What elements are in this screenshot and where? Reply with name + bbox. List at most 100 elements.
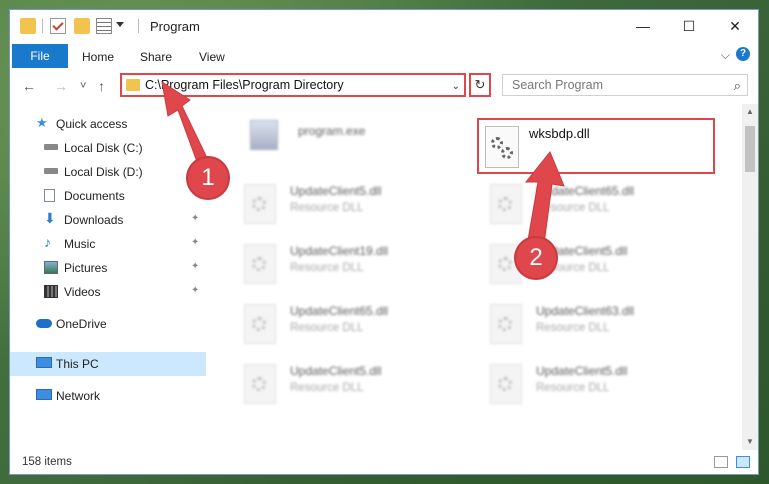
- sidebar-item-label: OneDrive: [56, 317, 107, 331]
- sidebar-item-label: This PC: [56, 357, 99, 371]
- address-path[interactable]: C:\Program Files\Program Directory: [145, 78, 344, 92]
- window-title: Program: [150, 19, 200, 34]
- file-item[interactable]: UpdateClient65.dll Resource DLL: [226, 298, 466, 354]
- expand-ribbon-icon[interactable]: ⌵: [721, 48, 730, 63]
- file-item[interactable]: UpdateClient5.dll Resource DLL: [226, 178, 466, 234]
- drive-icon: [44, 144, 58, 150]
- large-icons-view-icon[interactable]: [736, 456, 750, 468]
- search-input[interactable]: Search Program ⌕: [502, 74, 748, 96]
- computer-icon: [36, 357, 52, 368]
- star-icon: ★: [36, 115, 48, 130]
- status-bar: 158 items: [10, 450, 758, 474]
- step-badge-2: 2: [516, 238, 556, 278]
- item-count: 158 items: [22, 456, 72, 468]
- vertical-scrollbar[interactable]: ▲ ▼: [742, 104, 758, 450]
- details-view-icon[interactable]: [714, 456, 728, 468]
- file-name: UpdateClient63.dll: [536, 304, 635, 318]
- sidebar-item-label: Videos: [64, 285, 101, 299]
- dll-file-icon: [244, 244, 276, 284]
- file-name: UpdateClient5.dll: [290, 364, 382, 378]
- cloud-icon: [36, 319, 52, 328]
- file-type: Resource DLL: [536, 322, 610, 334]
- folder-icon: [126, 79, 140, 91]
- file-item[interactable]: UpdateClient65.dll Resource DLL: [472, 178, 712, 234]
- tab-share[interactable]: Share: [140, 50, 172, 64]
- up-button[interactable]: ↑: [98, 78, 105, 94]
- exe-file-icon: [250, 120, 278, 150]
- navigation-pane: ★ Quick access Local Disk (C:) ✦ Local D…: [10, 108, 206, 448]
- file-item[interactable]: UpdateClient5.dll Resource DLL: [472, 358, 712, 414]
- drive-icon: [44, 168, 58, 174]
- network-icon: [36, 389, 52, 400]
- pin-icon: ✦: [191, 141, 200, 152]
- close-button[interactable]: ✕: [712, 10, 758, 42]
- back-button[interactable]: ←: [22, 78, 36, 94]
- sidebar-item-documents[interactable]: Documents ✦: [10, 184, 206, 208]
- file-item[interactable]: UpdateClient5.dll Resource DLL: [472, 238, 712, 294]
- sidebar-item-network[interactable]: Network: [10, 384, 206, 408]
- file-item-program-exe[interactable]: program.exe: [226, 116, 466, 172]
- file-item[interactable]: UpdateClient19.dll Resource DLL: [226, 238, 466, 294]
- sidebar-item-label: Quick access: [56, 117, 128, 131]
- maximize-button[interactable]: ☐: [666, 10, 712, 42]
- sidebar-item-music[interactable]: ♪ Music ✦: [10, 232, 206, 256]
- tab-home[interactable]: Home: [82, 50, 114, 64]
- scroll-up-icon[interactable]: ▲: [742, 104, 758, 120]
- sidebar-item-pictures[interactable]: Pictures ✦: [10, 256, 206, 280]
- refresh-button[interactable]: ↻: [469, 73, 491, 97]
- new-folder-icon[interactable]: [74, 18, 90, 34]
- address-bar[interactable]: C:\Program Files\Program Directory ⌄: [120, 73, 466, 97]
- sidebar-item-label: Music: [64, 237, 96, 251]
- sidebar-item-local-disk-d[interactable]: Local Disk (D:) ✦: [10, 160, 206, 184]
- sidebar-item-label: Local Disk (C:): [64, 141, 143, 155]
- file-item[interactable]: UpdateClient63.dll Resource DLL: [472, 298, 712, 354]
- recent-locations-button[interactable]: ˅: [80, 80, 86, 92]
- minimize-button[interactable]: —: [620, 10, 666, 42]
- dll-file-icon: [490, 304, 522, 344]
- sidebar-item-downloads[interactable]: ⬇ Downloads ✦: [10, 208, 206, 232]
- file-type: Resource DLL: [290, 322, 364, 334]
- file-item[interactable]: UpdateClient5.dll Resource DLL: [226, 358, 466, 414]
- pin-icon: ✦: [191, 261, 200, 272]
- sidebar-item-local-disk-c[interactable]: Local Disk (C:) ✦: [10, 136, 206, 160]
- file-name: UpdateClient65.dll: [536, 184, 635, 198]
- properties-list-icon[interactable]: [96, 18, 112, 34]
- forward-button[interactable]: →: [54, 78, 68, 94]
- sidebar-item-onedrive[interactable]: OneDrive: [10, 312, 206, 336]
- step-badge-1: 1: [188, 158, 228, 198]
- help-icon[interactable]: ?: [736, 47, 750, 61]
- file-type: Resource DLL: [536, 382, 610, 394]
- download-icon: ⬇: [44, 210, 56, 226]
- tab-file[interactable]: File: [12, 44, 68, 68]
- sidebar-item-label: Network: [56, 389, 101, 403]
- file-name: program.exe: [298, 124, 366, 138]
- file-name: UpdateClient5.dll: [290, 184, 382, 198]
- file-item-wksbdp-dll[interactable]: wksbdp.dll: [477, 118, 715, 174]
- scroll-thumb[interactable]: [745, 126, 755, 172]
- sidebar-item-label: Documents: [64, 189, 125, 203]
- dll-file-icon: [244, 364, 276, 404]
- file-type: Resource DLL: [290, 202, 364, 214]
- file-type: Resource DLL: [536, 202, 610, 214]
- dll-file-icon: [485, 126, 519, 168]
- file-name: UpdateClient65.dll: [290, 304, 389, 318]
- sidebar-item-this-pc[interactable]: This PC: [10, 352, 206, 376]
- address-row: ← → ˅ ↑ C:\Program Files\Program Directo…: [10, 68, 758, 104]
- sidebar-item-quick-access[interactable]: ★ Quick access: [10, 112, 206, 136]
- dll-file-icon: [244, 304, 276, 344]
- file-name: wksbdp.dll: [529, 126, 590, 141]
- sidebar-item-label: Downloads: [64, 213, 124, 227]
- address-dropdown-icon[interactable]: ⌄: [452, 81, 460, 92]
- dll-file-icon: [490, 364, 522, 404]
- file-list: program.exe wksbdp.dll UpdateClient5.dll…: [206, 104, 742, 450]
- toolbar-separator: [42, 19, 43, 33]
- customize-quick-access-icon[interactable]: [116, 22, 124, 27]
- sidebar-item-label: Pictures: [64, 261, 108, 275]
- tab-view[interactable]: View: [199, 50, 225, 64]
- scroll-down-icon[interactable]: ▼: [742, 434, 758, 450]
- title-bar: Program — ☐ ✕: [10, 10, 758, 42]
- properties-check-icon[interactable]: [50, 18, 66, 34]
- documents-icon: [44, 189, 55, 202]
- sidebar-item-videos[interactable]: Videos ✦: [10, 280, 206, 304]
- search-icon[interactable]: ⌕: [734, 78, 741, 94]
